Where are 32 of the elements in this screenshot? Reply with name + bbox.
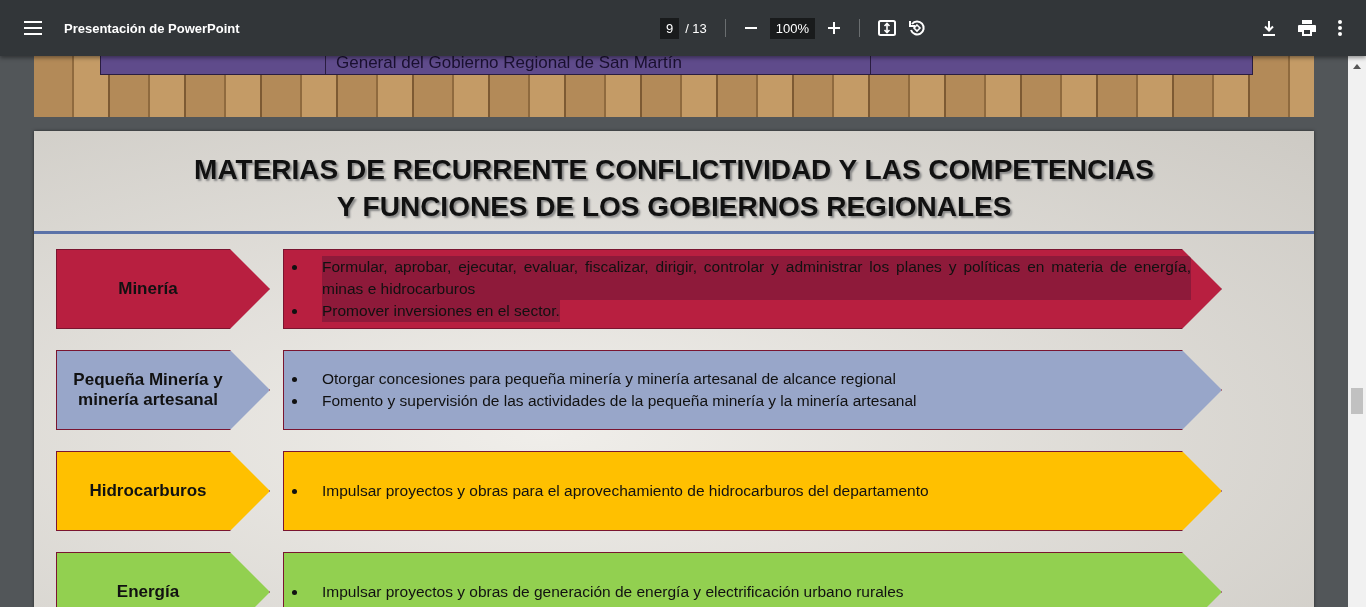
bullet-item: Formular, aprobar, ejecutar, evaluar, fiscalizar, dirigir, controlar y administrar los planes y políticas en materia de energía, minas e hidrocarburos xyxy=(322,256,1191,300)
zoom-field[interactable]: 100% xyxy=(769,17,816,39)
bullet-icon xyxy=(292,590,297,595)
bullet-icon xyxy=(292,399,297,404)
category-label: Hidrocarburos xyxy=(56,451,270,531)
fit-page-icon[interactable] xyxy=(878,20,897,36)
category-label: Pequeña Minería y minería artesanal xyxy=(56,350,270,430)
scrollbar[interactable] xyxy=(1348,56,1366,607)
zoom-in-icon[interactable] xyxy=(827,21,842,35)
rotate-icon[interactable] xyxy=(908,19,927,37)
bullet-item: Impulsar proyectos y obras para el aprovechamiento de hidrocarburos del departamento xyxy=(322,481,929,501)
page-total: / 13 xyxy=(685,20,707,36)
more-options-icon[interactable] xyxy=(1338,20,1342,36)
bullet-icon xyxy=(292,309,297,314)
bullet-icon xyxy=(292,489,297,494)
scrollbar-thumb[interactable] xyxy=(1351,388,1363,414)
bullet-icon xyxy=(292,377,297,382)
document-title: Presentación de PowerPoint xyxy=(64,20,240,36)
category-label: Minería xyxy=(56,249,270,329)
category-label: Energía xyxy=(56,552,270,607)
bullet-item: Impulsar proyectos y obras de generación de energía y electrificación urbano rurales xyxy=(322,582,904,602)
download-icon[interactable] xyxy=(1262,20,1276,36)
bullet-item: Fomento y supervisión de las actividades de la pequeña minería y la minería artesanal xyxy=(322,391,917,411)
bullet-icon xyxy=(292,265,297,270)
slide-title: MATERIAS DE RECURRENTE CONFLICTIVIDAD Y LAS COMPETENCIAS Y FUNCIONES DE LOS GOBIERNOS REGIONALES xyxy=(193,153,1155,224)
table-cell: General del Gobierno Regional de San Martín xyxy=(326,56,871,74)
print-icon[interactable] xyxy=(1298,20,1316,36)
scroll-up-icon[interactable] xyxy=(1353,64,1361,69)
page-number-field[interactable]: 9 xyxy=(659,17,680,39)
bullet-item: Otorgar concesiones para pequeña minería y minería artesanal de alcance regional xyxy=(322,369,896,389)
bullet-item: Promover inversiones en el sector. xyxy=(322,300,560,322)
menu-icon[interactable] xyxy=(24,21,42,35)
